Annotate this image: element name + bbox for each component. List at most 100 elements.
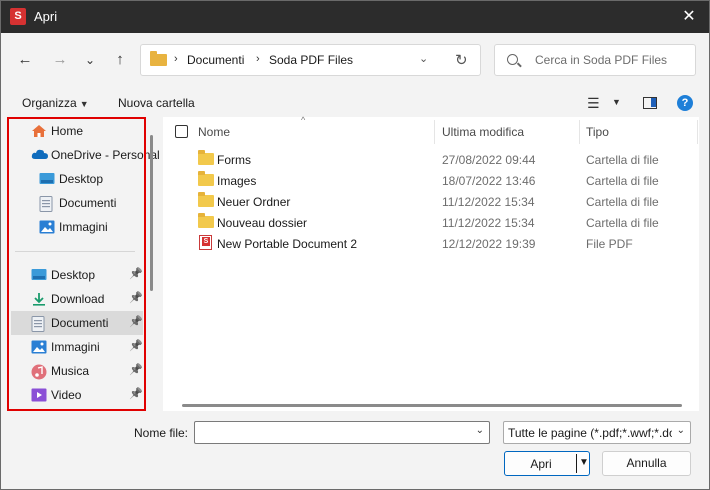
- file-modified: 27/08/2022 09:44: [442, 153, 536, 167]
- sidebar-item-label: OneDrive - Personal: [51, 148, 160, 162]
- desktop-icon: [31, 268, 47, 282]
- view-options-caret-icon[interactable]: ▼: [612, 97, 621, 107]
- select-all-checkbox[interactable]: [175, 125, 188, 138]
- sidebar-item-label: Documenti: [51, 316, 109, 330]
- column-header-name[interactable]: Nome: [198, 125, 230, 139]
- file-type-select[interactable]: Tutte le pagine (*.pdf;*.wwf;*.doc ⌄: [503, 421, 691, 444]
- sidebar-item-label: Immagini: [51, 340, 100, 354]
- list-view-icon[interactable]: ☰: [587, 95, 600, 112]
- filename-field[interactable]: ⌄: [194, 421, 490, 444]
- column-divider[interactable]: [697, 120, 698, 144]
- file-name: New Portable Document 2: [217, 237, 358, 251]
- table-row[interactable]: Forms 27/08/2022 09:44 Cartella di file: [163, 150, 699, 171]
- file-modified: 18/07/2022 13:46: [442, 174, 536, 188]
- address-bar[interactable]: › Documenti › Soda PDF Files ⌄ ↻: [140, 44, 481, 76]
- help-icon[interactable]: ?: [677, 95, 693, 111]
- title-bar: S Apri ✕: [1, 1, 709, 33]
- file-modified: 12/12/2022 19:39: [442, 237, 536, 251]
- sidebar-item-label: Immagini: [59, 220, 108, 234]
- pin-icon[interactable]: 📌: [129, 339, 143, 352]
- refresh-icon[interactable]: ↻: [455, 51, 468, 69]
- sidebar-item-immagini[interactable]: Immagini: [11, 215, 143, 239]
- sidebar-item-home[interactable]: Home: [11, 119, 143, 143]
- open-button-label: Apri: [530, 457, 552, 471]
- document-icon: [39, 196, 55, 212]
- sidebar-item-label: Desktop: [51, 268, 96, 282]
- sidebar-item-label: Documenti: [59, 196, 117, 210]
- download-icon: [31, 292, 47, 306]
- pdf-file-icon: [199, 235, 212, 250]
- folder-icon: [198, 213, 214, 228]
- pin-icon[interactable]: 📌: [129, 387, 143, 400]
- sidebar-item-label: Download: [51, 292, 105, 306]
- recent-locations-chevron-icon[interactable]: ⌄: [79, 49, 101, 71]
- sidebar-item-onedrive-personal[interactable]: OneDrive - Personal: [11, 143, 160, 167]
- pin-icon[interactable]: 📌: [129, 315, 143, 328]
- breadcrumb-separator-icon: ›: [174, 53, 178, 65]
- video-icon: [31, 388, 47, 402]
- close-icon[interactable]: ✕: [669, 1, 709, 33]
- pin-icon[interactable]: 📌: [129, 291, 143, 304]
- sidebar-item-label: Desktop: [59, 172, 104, 186]
- sidebar-item-musica[interactable]: Musica 📌: [11, 359, 143, 383]
- breadcrumb-separator-icon: ›: [256, 53, 260, 65]
- column-header-type[interactable]: Tipo: [586, 125, 609, 139]
- file-type: Cartella di file: [586, 195, 659, 209]
- file-modified: 11/12/2022 15:34: [442, 216, 535, 230]
- sidebar-item-label: Home: [51, 124, 84, 138]
- back-arrow-icon[interactable]: ←: [14, 49, 36, 71]
- navigation-divider: [15, 251, 135, 252]
- file-name: Images: [217, 174, 257, 188]
- chevron-down-icon[interactable]: ⌄: [476, 425, 484, 436]
- chevron-down-icon[interactable]: ⌄: [677, 425, 685, 436]
- folder-icon: [198, 171, 214, 186]
- desktop-icon: [39, 172, 55, 186]
- sidebar-item-video[interactable]: Video 📌: [11, 383, 143, 407]
- home-icon: [31, 124, 47, 138]
- search-box[interactable]: Cerca in Soda PDF Files: [494, 44, 696, 76]
- file-modified: 11/12/2022 15:34: [442, 195, 535, 209]
- file-type-value: Tutte le pagine (*.pdf;*.wwf;*.doc: [508, 426, 672, 440]
- cancel-button[interactable]: Annulla: [602, 451, 691, 476]
- column-divider[interactable]: [434, 120, 435, 144]
- forward-arrow-icon[interactable]: →: [49, 49, 71, 71]
- horizontal-scrollbar[interactable]: [182, 404, 682, 407]
- sidebar-item-documenti[interactable]: Documenti: [11, 191, 143, 215]
- column-divider[interactable]: [579, 120, 580, 144]
- folder-icon: [198, 192, 214, 207]
- table-row[interactable]: Neuer Ordner 11/12/2022 15:34 Cartella di …: [163, 192, 699, 213]
- search-input[interactable]: Cerca in Soda PDF Files: [535, 53, 667, 67]
- breadcrumb-documenti[interactable]: Documenti: [187, 53, 244, 67]
- window-title: Apri: [34, 9, 58, 24]
- organize-label: Organizza: [22, 96, 77, 110]
- file-type: Cartella di file: [586, 216, 659, 230]
- folder-icon: [150, 51, 167, 66]
- table-row[interactable]: New Portable Document 2 12/12/2022 19:39 F…: [163, 234, 699, 255]
- file-type: Cartella di file: [586, 153, 659, 167]
- address-history-chevron-icon[interactable]: ⌄: [419, 52, 428, 65]
- preview-pane-icon[interactable]: [643, 97, 657, 109]
- open-options-caret-icon[interactable]: ▼: [579, 457, 589, 468]
- new-folder-button[interactable]: Nuova cartella: [118, 96, 195, 110]
- column-header-modified[interactable]: Ultima modifica: [442, 125, 524, 139]
- table-row[interactable]: Images 18/07/2022 13:46 Cartella di file: [163, 171, 699, 192]
- open-button[interactable]: Apri ▼: [504, 451, 590, 476]
- soda-pdf-app-icon: S: [10, 8, 26, 25]
- command-bar: Organizza ▼ Nuova cartella ☰ ▼ ?: [1, 87, 709, 117]
- sidebar-item-immagini[interactable]: Immagini 📌: [11, 335, 143, 359]
- organize-menu-button[interactable]: Organizza ▼: [22, 96, 89, 110]
- sidebar-item-desktop[interactable]: Desktop: [11, 167, 143, 191]
- sidebar-item-documenti[interactable]: Documenti 📌: [11, 311, 143, 335]
- sort-ascending-icon: ^: [301, 115, 306, 125]
- sidebar-item-download[interactable]: Download 📌: [11, 287, 143, 311]
- pin-icon[interactable]: 📌: [129, 267, 143, 280]
- navigation-scrollbar[interactable]: [150, 135, 153, 291]
- sidebar-item-desktop[interactable]: Desktop 📌: [11, 263, 143, 287]
- breadcrumb-soda-pdf-files[interactable]: Soda PDF Files: [269, 53, 353, 67]
- folder-icon: [198, 150, 214, 165]
- table-row[interactable]: Nouveau dossier 11/12/2022 15:34 Cartella …: [163, 213, 699, 234]
- navigation-pane: Home OneDrive - Personal Desktop Documenti I…: [1, 117, 160, 411]
- up-arrow-icon[interactable]: ↑: [109, 49, 131, 71]
- file-type: Cartella di file: [586, 174, 659, 188]
- pin-icon[interactable]: 📌: [129, 363, 143, 376]
